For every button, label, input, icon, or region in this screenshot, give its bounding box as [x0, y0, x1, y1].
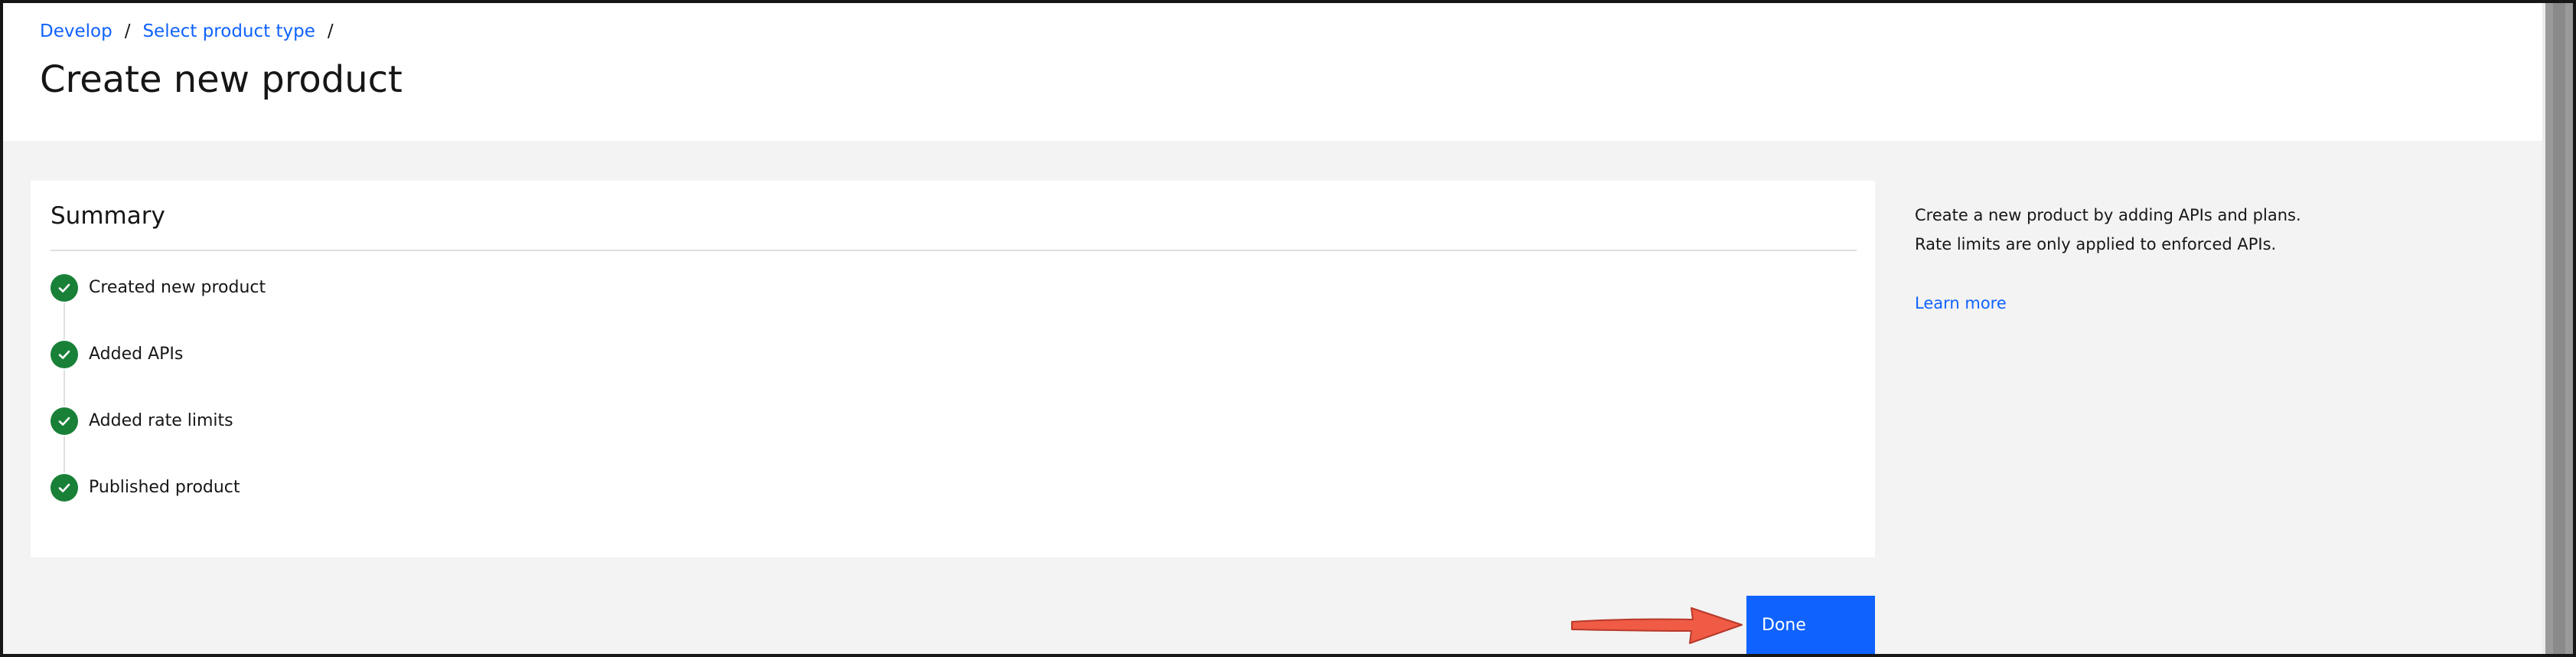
checkmark-filled-icon: [51, 341, 78, 368]
progress-steps: Created new product Added APIs Added rat…: [51, 274, 739, 541]
done-button[interactable]: Done: [1746, 596, 1875, 654]
step-label: Created new product: [89, 278, 266, 297]
breadcrumb-separator: /: [124, 21, 131, 41]
app-window: Develop / Select product type / Create n…: [0, 0, 2576, 657]
summary-divider: [51, 250, 1857, 251]
side-info-panel: Create a new product by adding APIs and …: [1915, 201, 2374, 259]
side-info-text: Create a new product by adding APIs and …: [1915, 206, 2301, 224]
red-arrow-icon: [1571, 607, 1743, 644]
progress-step-added-rate-limits: Added rate limits: [51, 407, 739, 474]
breadcrumb-select-product-type-link[interactable]: Select product type: [142, 20, 315, 43]
side-info-text: Rate limits are only applied to enforced…: [1915, 235, 2277, 253]
page-title: Create new product: [40, 58, 403, 101]
main-content: Summary Created new product Added APIs A…: [3, 141, 2542, 654]
progress-step-created-product: Created new product: [51, 274, 739, 341]
scrollbar-thumb[interactable]: [2545, 3, 2573, 654]
progress-step-published-product: Published product: [51, 474, 739, 541]
step-connector: [64, 303, 65, 339]
breadcrumb: Develop / Select product type /: [40, 20, 346, 43]
checkmark-filled-icon: [51, 274, 78, 302]
step-label: Added APIs: [89, 345, 184, 364]
summary-card: Summary Created new product Added APIs A…: [31, 181, 1875, 557]
summary-title: Summary: [51, 202, 165, 230]
breadcrumb-develop-link[interactable]: Develop: [40, 20, 112, 43]
checkmark-filled-icon: [51, 407, 78, 435]
step-label: Added rate limits: [89, 411, 233, 430]
checkmark-filled-icon: [51, 474, 78, 502]
progress-step-added-apis: Added APIs: [51, 341, 739, 407]
breadcrumb-separator: /: [327, 21, 334, 41]
page-header: Develop / Select product type / Create n…: [3, 3, 2542, 141]
step-connector: [64, 370, 65, 406]
step-connector: [64, 436, 65, 472]
step-label: Published product: [89, 478, 240, 497]
learn-more-link[interactable]: Learn more: [1915, 291, 2007, 315]
